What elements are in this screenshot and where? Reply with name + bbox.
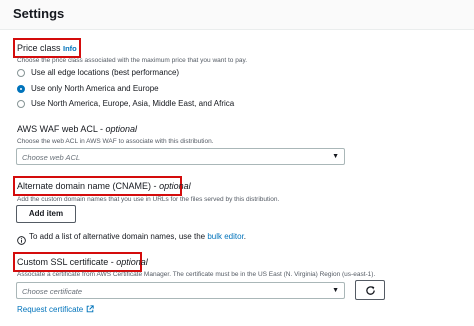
info-icon <box>17 232 26 250</box>
bulk-editor-link[interactable]: bulk editor <box>207 232 243 241</box>
ssl-label-text: Custom SSL certificate - <box>17 257 117 267</box>
waf-optional: optional <box>105 124 138 134</box>
refresh-button[interactable] <box>355 280 385 300</box>
ssl-label: Custom SSL certificate - optional <box>17 257 148 267</box>
waf-select[interactable]: Choose web ACL ▼ <box>16 148 345 165</box>
cname-note-text: To add a list of alternative domain name… <box>29 232 208 241</box>
request-certificate-link[interactable]: Request certificate <box>17 305 94 315</box>
radio-label-na-eu-asia: Use North America, Europe, Asia, Middle … <box>31 99 235 108</box>
waf-select-placeholder: Choose web ACL <box>22 153 81 162</box>
caret-down-icon: ▼ <box>332 287 339 294</box>
caret-down-icon: ▼ <box>332 153 339 160</box>
waf-description: Choose the web ACL in AWS WAF to associa… <box>17 138 214 145</box>
waf-label: AWS WAF web ACL - optional <box>17 124 137 134</box>
cname-note-suffix: . <box>243 232 247 241</box>
cname-description: Add the custom domain names that you use… <box>17 196 280 203</box>
external-link-icon <box>86 305 94 315</box>
radio-label-all-edge: Use all edge locations (best performance… <box>31 68 180 77</box>
ssl-optional: optional <box>116 257 148 267</box>
cname-label-text: Alternate domain name (CNAME) - <box>17 181 160 191</box>
ssl-select-placeholder: Choose certificate <box>22 287 83 296</box>
settings-header: Settings <box>0 0 474 30</box>
radio-na-eu[interactable] <box>17 85 25 93</box>
cname-label: Alternate domain name (CNAME) - optional <box>17 181 191 191</box>
ssl-description: Associate a certificate from AWS Certifi… <box>17 271 376 278</box>
radio-label-na-eu: Use only North America and Europe <box>31 84 159 93</box>
request-certificate-label: Request certificate <box>17 305 84 314</box>
add-item-label: Add item <box>28 209 64 218</box>
cname-optional: optional <box>159 181 191 191</box>
radio-all-edge[interactable] <box>17 69 25 77</box>
price-class-label: Price class <box>17 43 61 53</box>
cname-note: To add a list of alternative domain name… <box>29 232 246 241</box>
refresh-icon <box>365 285 376 298</box>
radio-na-eu-asia[interactable] <box>17 100 25 108</box>
ssl-select[interactable]: Choose certificate ▼ <box>16 282 345 299</box>
page-title: Settings <box>13 6 65 21</box>
add-item-button[interactable]: Add item <box>16 205 76 223</box>
price-class-description: Choose the price class associated with t… <box>17 57 248 64</box>
waf-label-text: AWS WAF web ACL - <box>17 124 106 134</box>
price-class-info-link[interactable]: Info <box>63 44 77 53</box>
